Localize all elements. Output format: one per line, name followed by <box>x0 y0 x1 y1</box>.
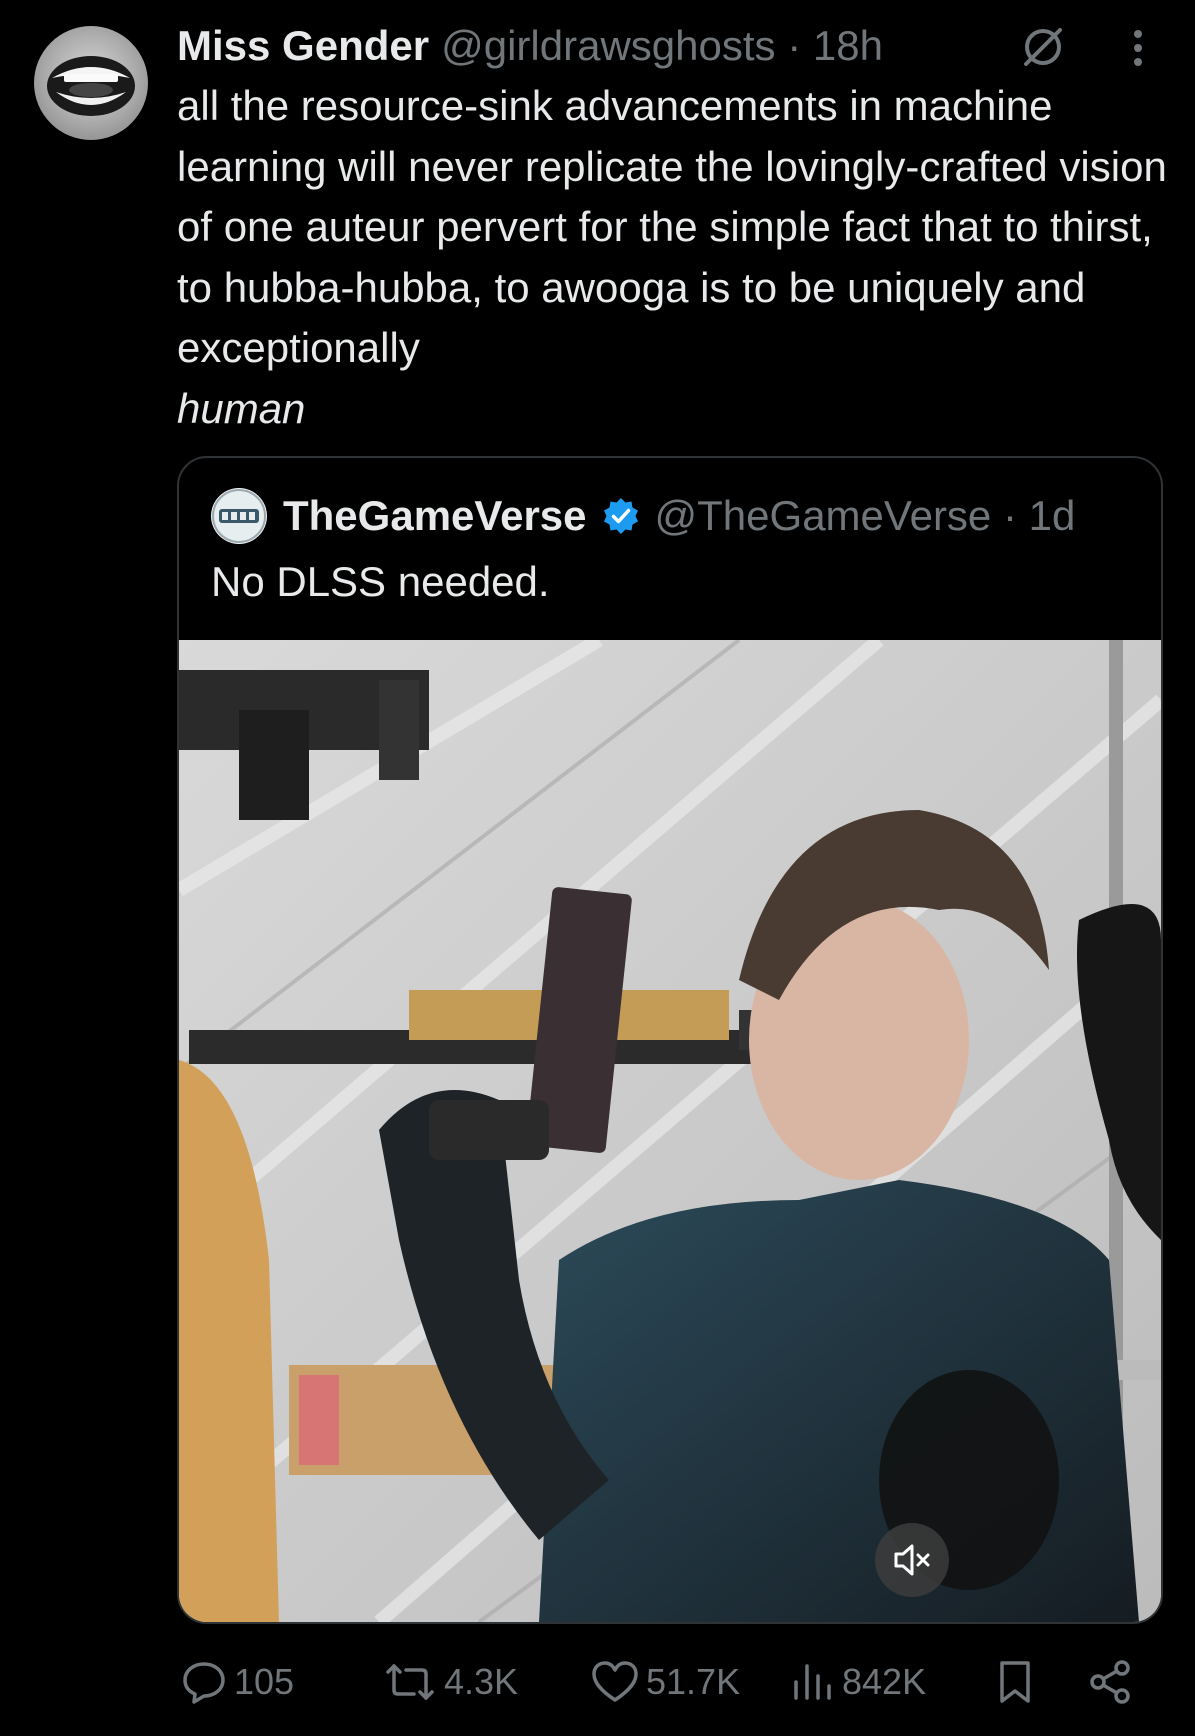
verified-badge-icon <box>603 498 638 534</box>
bookmark-button[interactable] <box>994 1650 1036 1714</box>
muted-speaker-icon <box>894 1544 930 1576</box>
views-button[interactable]: 842K <box>790 1650 926 1714</box>
quoted-tweet-card[interactable]: TheGameVerse @TheGameVerse · 1d No DLSS … <box>177 456 1163 1624</box>
reply-button[interactable]: 105 <box>180 1650 294 1714</box>
mouth-avatar-image <box>47 56 135 116</box>
separator-dot: · <box>1002 492 1017 539</box>
quoted-display-name[interactable]: TheGameVerse <box>283 492 587 540</box>
gameverse-logo-image <box>212 489 266 543</box>
handle-text: @girldrawsghosts <box>441 22 776 69</box>
share-icon <box>1090 1660 1130 1704</box>
repost-count: 4.3K <box>444 1661 519 1702</box>
like-count: 51.7K <box>646 1661 741 1702</box>
quoted-author-avatar[interactable] <box>211 488 267 544</box>
separator-dot: · <box>787 22 802 69</box>
author-avatar[interactable] <box>34 26 148 140</box>
heart-icon <box>592 1661 638 1702</box>
views-chart-icon <box>794 1664 831 1700</box>
repost-icon <box>386 1664 434 1700</box>
quoted-tweet-header: TheGameVerse @TheGameVerse · 1d <box>283 486 1075 546</box>
author-display-name[interactable]: Miss Gender <box>177 22 429 70</box>
author-handle[interactable]: @girldrawsghosts · 18h <box>441 22 883 70</box>
views-count: 842K <box>842 1661 927 1702</box>
more-vertical-icon[interactable] <box>1120 28 1156 68</box>
quoted-handle[interactable]: @TheGameVerse <box>655 492 992 539</box>
mute-button[interactable] <box>875 1523 949 1597</box>
tweet-container: Miss Gender @girldrawsghosts · 18h all t… <box>0 0 1195 1736</box>
tweet-text-main: all the resource-sink advancements in ma… <box>177 82 1167 371</box>
quoted-tweet-time[interactable]: 1d <box>1029 492 1076 539</box>
tweet-action-bar: 105 4.3K 51.7K 842K <box>0 1650 1195 1714</box>
reply-count: 105 <box>234 1661 295 1702</box>
reply-bubble-icon <box>183 1662 225 1704</box>
repost-button[interactable]: 4.3K <box>382 1650 518 1714</box>
quoted-handle-time: @TheGameVerse · 1d <box>655 492 1076 540</box>
video-frame-image <box>179 640 1161 1622</box>
no-symbol-icon[interactable] <box>1018 22 1068 72</box>
share-button[interactable] <box>1086 1650 1134 1714</box>
like-button[interactable]: 51.7K <box>590 1650 740 1714</box>
bookmark-icon <box>1000 1661 1030 1703</box>
tweet-header: Miss Gender @girldrawsghosts · 18h <box>177 18 883 74</box>
quoted-tweet-video[interactable] <box>179 640 1161 1622</box>
tweet-text-emphasis: human <box>177 384 306 432</box>
tweet-time[interactable]: 18h <box>813 22 883 69</box>
quoted-tweet-text: No DLSS needed. <box>211 558 550 605</box>
tweet-text: all the resource-sink advancements in ma… <box>177 76 1167 439</box>
